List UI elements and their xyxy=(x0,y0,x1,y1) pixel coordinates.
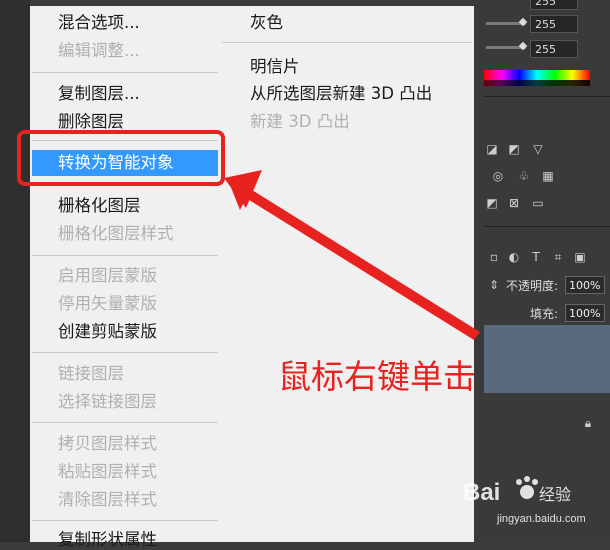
paw-icon xyxy=(520,485,534,499)
paw-icon-toe xyxy=(516,479,522,485)
paw-icon-toe xyxy=(532,479,538,485)
baidu-brand-text: Bai xyxy=(463,479,500,506)
annotation-arrow-shape xyxy=(228,176,480,340)
baidu-watermark-graphic: Bai 经验 jingyan.baidu.com xyxy=(463,476,586,525)
annotation-text: 鼠标右键单击 xyxy=(278,357,476,396)
annotation-arrow xyxy=(224,170,480,340)
baidu-watermark: Bai 经验 jingyan.baidu.com xyxy=(455,470,605,530)
baidu-product-text: 经验 xyxy=(539,486,571,504)
baidu-url-text: jingyan.baidu.com xyxy=(496,513,586,525)
paw-icon-toe xyxy=(524,476,530,482)
